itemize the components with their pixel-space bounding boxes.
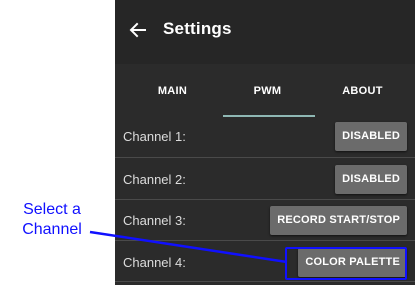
channel-4-button[interactable]: COLOR PALETTE [298,248,407,277]
divider [115,281,415,282]
page-title: Settings [163,19,232,38]
tab-about[interactable]: ABOUT [315,64,410,118]
divider [115,157,415,158]
divider [115,199,415,200]
channel-row-4: Channel 4: COLOR PALETTE [115,244,415,282]
channel-row-1: Channel 1: DISABLED [115,118,415,156]
tab-bar: MAIN PWM ABOUT [115,64,415,118]
annotation-callout: Select a Channel [2,200,102,240]
channel-row-3: Channel 3: RECORD START/STOP [115,202,415,240]
app-bar: Settings [115,0,415,64]
tab-main[interactable]: MAIN [125,64,220,118]
tab-pwm[interactable]: PWM [220,64,315,118]
channel-4-label: Channel 4: [123,255,186,270]
channel-1-label: Channel 1: [123,129,186,144]
arrow-left-icon[interactable] [129,21,147,39]
annotation-line-1: Select a [23,201,81,218]
channel-3-label: Channel 3: [123,213,186,228]
channel-2-button[interactable]: DISABLED [335,165,407,194]
channel-3-button[interactable]: RECORD START/STOP [270,206,407,235]
settings-screen: Settings MAIN PWM ABOUT Channel 1: DISAB… [115,0,415,285]
channel-row-2: Channel 2: DISABLED [115,161,415,199]
channel-2-label: Channel 2: [123,172,186,187]
tab-selected-indicator [223,115,315,117]
divider [115,240,415,241]
annotation-line-2: Channel [22,221,82,238]
channel-1-button[interactable]: DISABLED [335,122,407,151]
